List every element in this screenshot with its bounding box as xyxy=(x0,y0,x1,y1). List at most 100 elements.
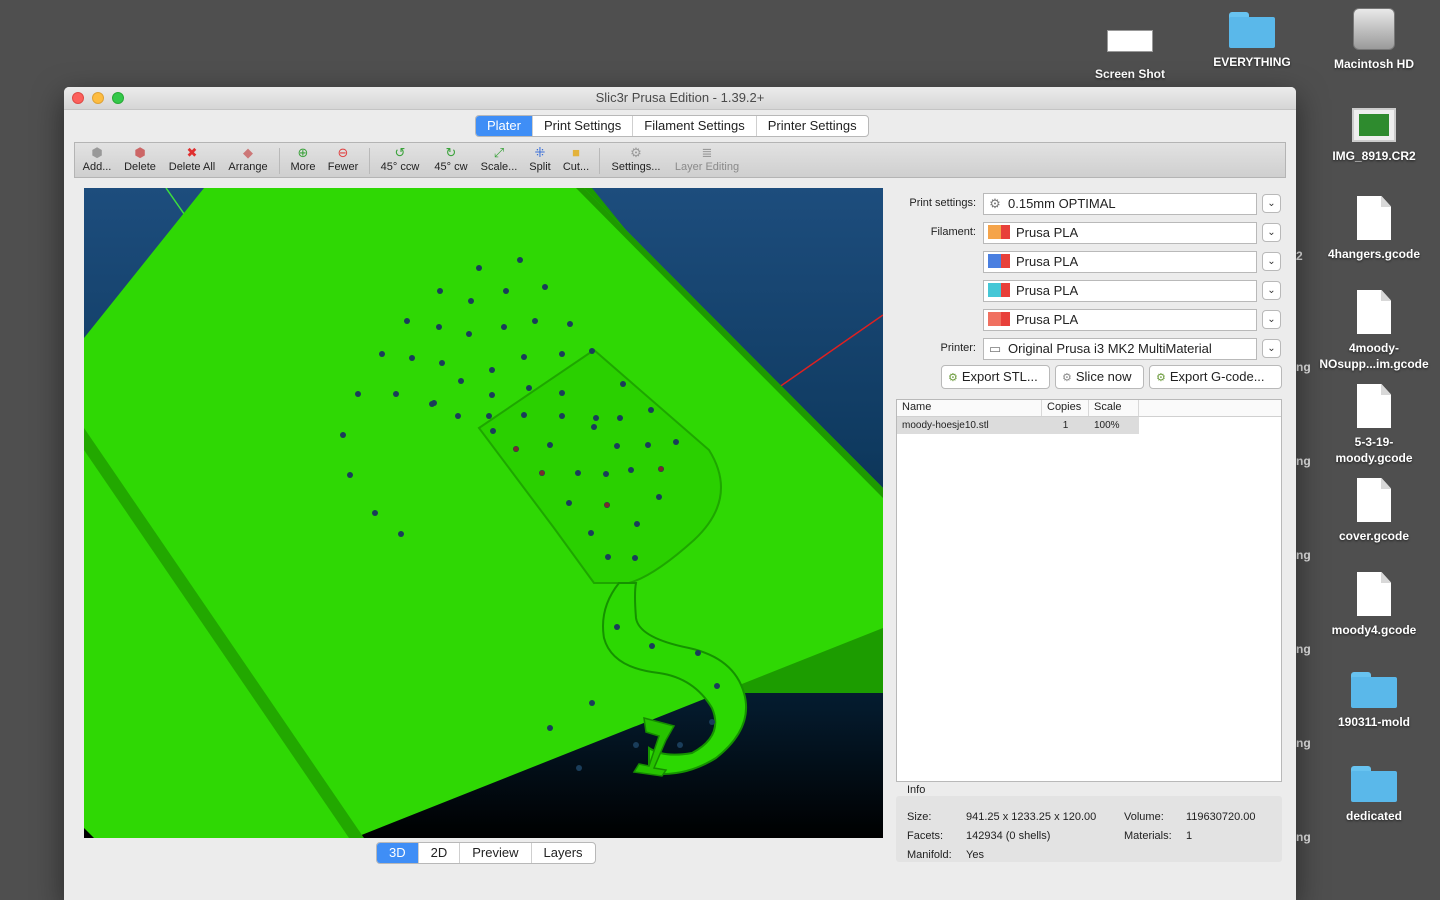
printer-combo[interactable]: ▭ Original Prusa i3 MK2 MultiMaterial xyxy=(983,338,1257,360)
object-list[interactable]: Name Copies Scale moody-hoesje10.stl 1 1… xyxy=(896,399,1282,782)
filament-combo-4[interactable]: Prusa PLA xyxy=(983,309,1257,331)
hard-drive-icon xyxy=(1353,8,1395,50)
add-object-icon: ⬢ xyxy=(91,145,103,160)
document-icon xyxy=(1357,196,1391,240)
partial-desktop-label: ng xyxy=(1296,830,1311,844)
size-label: Size: xyxy=(907,811,932,823)
delete-object-icon: ⬢ xyxy=(134,145,146,160)
arrange-icon: ◆ xyxy=(243,145,253,160)
column-name[interactable]: Name xyxy=(897,400,1042,416)
printer-row: Printer: ▭ Original Prusa i3 MK2 MultiMat… xyxy=(896,338,1286,360)
split-button[interactable]: ⁜ Split xyxy=(527,146,553,174)
desktop-icon-4moody[interactable]: 4moody- NOsupp...im.gcode xyxy=(1314,290,1434,372)
desktop-icon-screenshot[interactable]: Screen Shot 2019-03-...48.png xyxy=(1070,20,1190,84)
fewer-button[interactable]: ⊖ Fewer xyxy=(325,145,361,174)
object-copies-cell: 1 xyxy=(1042,417,1089,434)
tab-printer-settings[interactable]: Printer Settings xyxy=(757,116,868,136)
close-window-button[interactable] xyxy=(72,92,84,104)
partial-desktop-label: ng xyxy=(1296,642,1311,656)
image-file-icon xyxy=(1107,30,1153,52)
chevron-down-icon[interactable]: ⌄ xyxy=(1262,339,1281,358)
export-gear-icon: ⚙ xyxy=(948,372,958,384)
export-gcode-button[interactable]: ⚙ Export G-code... xyxy=(1149,365,1282,389)
object-name-cell: moody-hoesje10.stl xyxy=(897,417,1042,434)
3d-viewport[interactable] xyxy=(84,188,883,838)
desktop-icon-everything[interactable]: EVERYTHING xyxy=(1192,12,1312,70)
desktop-icon-5-3-19-moody[interactable]: 5-3-19- moody.gcode xyxy=(1314,384,1434,466)
export-stl-button[interactable]: ⚙ Export STL... xyxy=(941,365,1050,389)
slice-gear-icon: ⚙ xyxy=(1062,372,1072,384)
add-button[interactable]: ⬢ Add... xyxy=(81,145,113,174)
export-gear-icon: ⚙ xyxy=(1156,372,1166,384)
filament-combo-2[interactable]: Prusa PLA xyxy=(983,251,1257,273)
table-row[interactable]: moody-hoesje10.stl 1 100% xyxy=(897,417,1281,434)
chevron-down-icon[interactable]: ⌄ xyxy=(1262,194,1281,213)
chevron-down-icon[interactable]: ⌄ xyxy=(1262,281,1281,300)
object-settings-button[interactable]: ⚙ Settings... xyxy=(609,145,663,174)
printer-icon: ▭ xyxy=(988,341,1002,356)
tab-preview[interactable]: Preview xyxy=(460,843,532,863)
toolbar-separator xyxy=(369,148,370,174)
folder-icon xyxy=(1351,672,1397,708)
materials-label: Materials: xyxy=(1124,830,1172,842)
chevron-down-icon[interactable]: ⌄ xyxy=(1262,252,1281,271)
tab-print-settings[interactable]: Print Settings xyxy=(533,116,634,136)
arrange-button[interactable]: ◆ Arrange xyxy=(225,145,271,174)
column-scale[interactable]: Scale xyxy=(1089,400,1139,416)
raw-image-icon xyxy=(1352,108,1396,142)
plater-toolbar: ⬢ Add... ⬢ Delete ✖ Delete All ◆ Arrange… xyxy=(74,142,1286,178)
desktop-icon-dedicated[interactable]: dedicated xyxy=(1314,766,1434,824)
facets-label: Facets: xyxy=(907,830,944,842)
title-bar[interactable]: Slic3r Prusa Edition - 1.39.2+ xyxy=(64,87,1296,110)
partial-desktop-label: ng xyxy=(1296,548,1311,562)
toolbar-separator xyxy=(599,148,600,174)
print-settings-combo[interactable]: ⚙ 0.15mm OPTIMAL xyxy=(983,193,1257,215)
minus-circle-icon: ⊖ xyxy=(337,145,349,160)
tab-3d[interactable]: 3D xyxy=(377,843,419,863)
info-title: Info xyxy=(907,784,926,796)
partial-desktop-label: 2 xyxy=(1296,249,1303,263)
document-icon xyxy=(1357,478,1391,522)
filament-label: Filament: xyxy=(930,226,976,238)
rotate-cw-button[interactable]: ↻ 45° cw xyxy=(431,145,471,174)
delete-button[interactable]: ⬢ Delete xyxy=(121,145,159,174)
filament-combo-1[interactable]: Prusa PLA xyxy=(983,222,1257,244)
desktop-icon-moody4[interactable]: moody4.gcode xyxy=(1314,572,1434,638)
chevron-down-icon[interactable]: ⌄ xyxy=(1262,223,1281,242)
zoom-window-button[interactable] xyxy=(112,92,124,104)
view-tabs: 3D 2D Preview Layers xyxy=(376,842,596,864)
slice-now-button[interactable]: ⚙ Slice now xyxy=(1055,365,1144,389)
desktop-icon-img8919[interactable]: IMG_8919.CR2 xyxy=(1314,108,1434,164)
filament-combo-3[interactable]: Prusa PLA xyxy=(983,280,1257,302)
rotate-cw-icon: ↻ xyxy=(445,145,457,160)
column-copies[interactable]: Copies xyxy=(1042,400,1089,416)
scale-button[interactable]: ⤢ Scale... xyxy=(479,146,519,174)
tab-layers[interactable]: Layers xyxy=(532,843,595,863)
cut-button[interactable]: ■ Cut... xyxy=(561,146,591,174)
filament-row-1: Filament: Prusa PLA ⌄ xyxy=(896,222,1286,244)
layer-editing-button[interactable]: ≣ Layer Editing xyxy=(671,146,743,174)
tab-filament-settings[interactable]: Filament Settings xyxy=(633,116,757,136)
delete-all-button[interactable]: ✖ Delete All xyxy=(165,146,219,174)
filament-row-4: Prusa PLA ⌄ xyxy=(896,309,1286,331)
desktop-icon-190311-mold[interactable]: 190311-mold xyxy=(1314,672,1434,730)
window-title: Slic3r Prusa Edition - 1.39.2+ xyxy=(595,90,765,105)
settings-gear-icon: ⚙ xyxy=(630,145,642,160)
chevron-down-icon[interactable]: ⌄ xyxy=(1262,310,1281,329)
more-button[interactable]: ⊕ More xyxy=(287,146,319,174)
tab-plater[interactable]: Plater xyxy=(476,116,533,136)
minimize-window-button[interactable] xyxy=(92,92,104,104)
partial-desktop-label: ng xyxy=(1296,454,1311,468)
document-icon xyxy=(1357,290,1391,334)
facets-value: 142934 (0 shells) xyxy=(966,830,1051,842)
desktop-icon-macintosh-hd[interactable]: Macintosh HD xyxy=(1314,8,1434,72)
document-icon xyxy=(1357,572,1391,616)
tab-2d[interactable]: 2D xyxy=(419,843,461,863)
desktop-icon-4hangers[interactable]: 4hangers.gcode xyxy=(1314,196,1434,262)
filament-color-swatch-icon xyxy=(988,312,1010,326)
desktop-icon-cover[interactable]: cover.gcode xyxy=(1314,478,1434,544)
filament-row-2: Prusa PLA ⌄ xyxy=(896,251,1286,273)
print-settings-label: Print settings: xyxy=(909,197,976,209)
object-list-header: Name Copies Scale xyxy=(897,400,1281,417)
rotate-ccw-button[interactable]: ↺ 45° ccw xyxy=(377,146,423,174)
